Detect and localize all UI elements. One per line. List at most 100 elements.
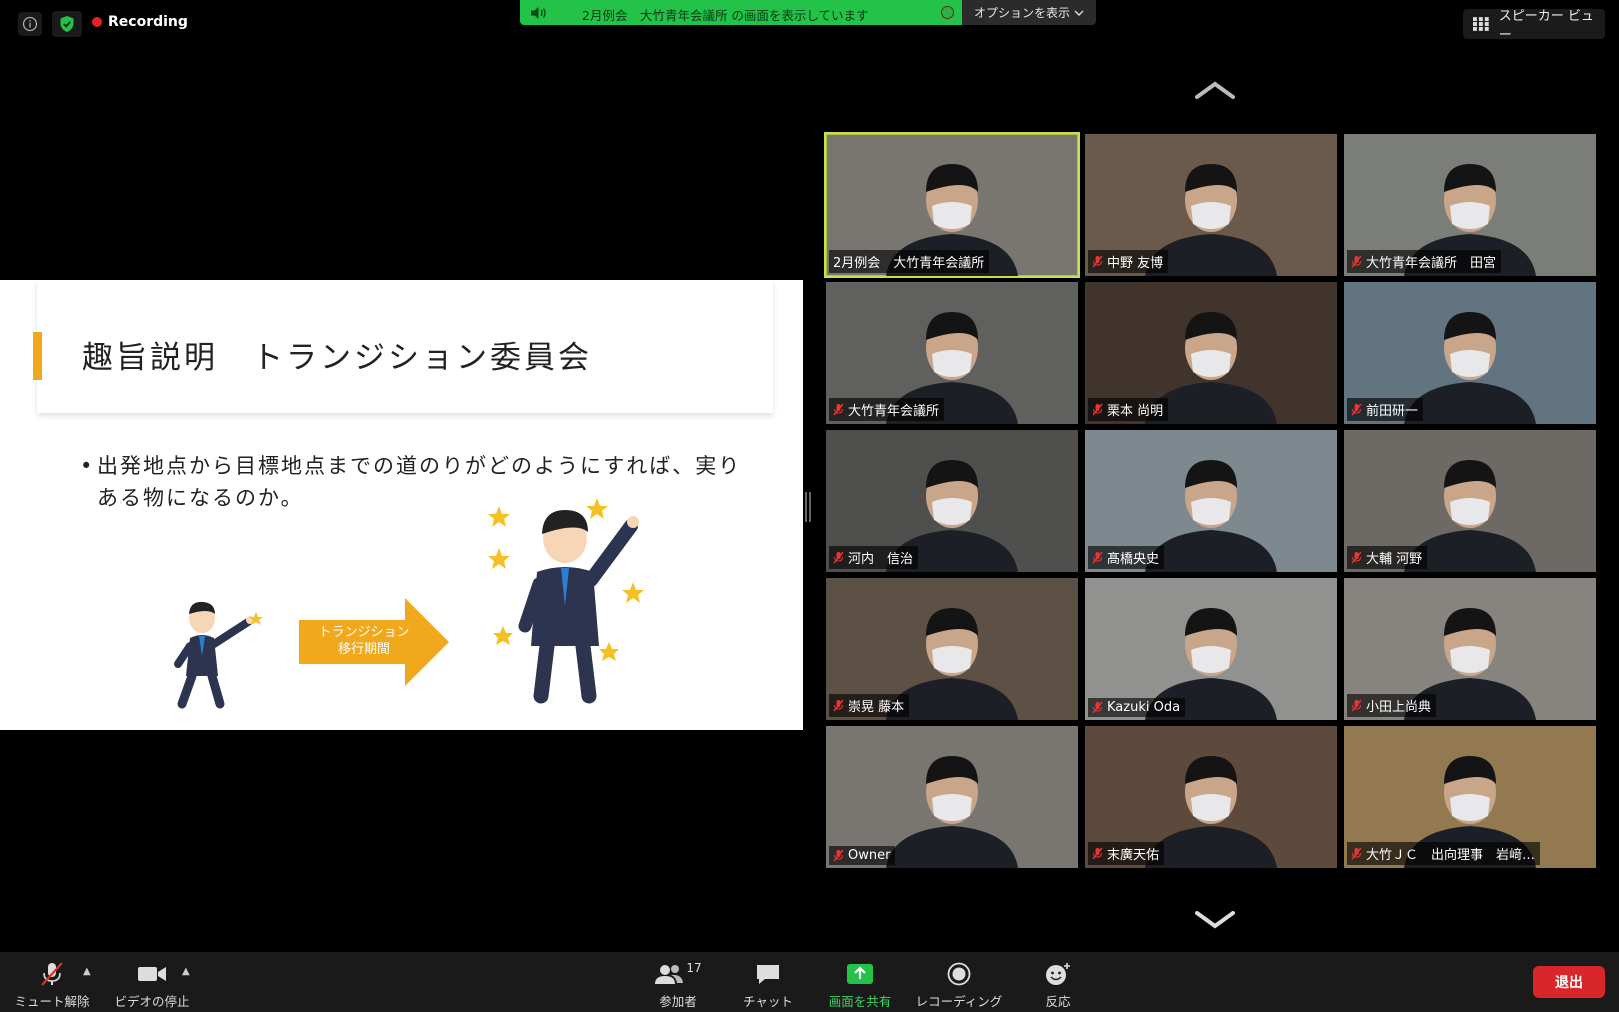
participant-name-label: 大竹青年会議所 — [829, 398, 945, 421]
participant-name-label: 小田上尚典 — [1347, 694, 1437, 717]
mic-muted-icon — [1351, 699, 1362, 712]
recording-indicator[interactable]: Recording — [92, 14, 188, 30]
participant-tile[interactable]: 2月例会 大竹青年会議所 — [824, 132, 1080, 278]
mic-muted-icon — [1092, 847, 1103, 860]
participant-name: 大竹ＪＣ 出向理事 岩﨑… — [1366, 848, 1536, 863]
mic-muted-icon — [40, 960, 64, 988]
participant-tile[interactable]: 中野 友博 — [1085, 134, 1337, 276]
video-options-chevron-up-icon[interactable]: ▲ — [182, 966, 190, 977]
leave-meeting-button[interactable]: 退出 — [1533, 966, 1605, 998]
participants-icon: 17 — [654, 960, 702, 988]
participant-name: 小田上尚典 — [1366, 700, 1432, 715]
participant-name: 前田研一 — [1366, 404, 1419, 419]
participant-name-label: 髙橋央史 — [1088, 546, 1165, 569]
emoji-reaction-icon — [1045, 960, 1071, 988]
participant-name-label: 前田研一 — [1347, 398, 1424, 421]
participant-name: 2月例会 大竹青年会議所 — [833, 256, 985, 271]
participant-name: 中野 友博 — [1107, 256, 1164, 271]
mic-muted-icon — [833, 849, 844, 862]
share-banner-text: 2月例会 大竹青年会議所 の画面を表示しています — [582, 8, 869, 23]
participant-name: 崇晃 藤本 — [848, 700, 905, 715]
chat-label: チャット — [743, 994, 793, 1009]
participant-tile[interactable]: Owner — [826, 726, 1078, 868]
participant-name-label: 大輔 河野 — [1347, 546, 1428, 569]
recording-dot-icon — [92, 17, 102, 27]
participant-tile[interactable]: 大竹青年会議所 — [826, 282, 1078, 424]
participant-tile[interactable]: Kazuki Oda — [1085, 578, 1337, 720]
mic-muted-icon — [1092, 701, 1103, 714]
participant-name-label: Kazuki Oda — [1088, 698, 1186, 717]
mic-muted-icon — [1092, 403, 1103, 416]
participants-button[interactable]: 17 参加者 — [648, 952, 708, 1012]
gallery-page-down-icon[interactable] — [1194, 910, 1236, 930]
participant-name: Kazuki Oda — [1107, 700, 1181, 715]
arrow-label-line1: トランジション — [318, 625, 410, 640]
participant-name: Owner — [848, 848, 891, 863]
mic-muted-icon — [1351, 551, 1362, 564]
share-screen-button[interactable]: 画面を共有 — [822, 952, 898, 1012]
mic-muted-icon — [1351, 255, 1362, 268]
split-drag-handle[interactable] — [805, 492, 811, 522]
speaker-view-label: スピーカー ビュー — [1498, 9, 1594, 43]
participant-tile[interactable]: 大竹青年会議所 田宮 — [1344, 134, 1596, 276]
arrow-label: トランジション 移行期間 — [299, 624, 429, 658]
record-button[interactable]: レコーディング — [912, 952, 1006, 1012]
gallery-page-up-icon[interactable] — [1194, 80, 1236, 100]
video-camera-icon — [137, 960, 167, 988]
stop-video-label: ビデオの停止 — [114, 994, 190, 1009]
participant-tile[interactable]: 河内 信治 — [826, 430, 1078, 572]
participant-tile[interactable]: 栗本 尚明 — [1085, 282, 1337, 424]
screen-share-banner: 2月例会 大竹青年会議所 の画面を表示しています — [520, 0, 962, 25]
share-screen-icon — [846, 960, 874, 988]
participant-tile[interactable]: 小田上尚典 — [1344, 578, 1596, 720]
recording-label: Recording — [108, 14, 188, 30]
mic-muted-icon — [1092, 255, 1103, 268]
unmute-button[interactable]: ミュート解除 — [10, 952, 94, 1012]
record-icon — [947, 960, 971, 988]
slide-bullet: • 出発地点から目標地点までの道のりがどのようにすれば、実りある物になるのか。 — [80, 450, 760, 514]
participant-name-label: 2月例会 大竹青年会議所 — [829, 250, 990, 273]
mic-muted-icon — [1351, 403, 1362, 416]
arrow-label-line2: 移行期間 — [337, 642, 390, 657]
participant-name-label: 河内 信治 — [829, 546, 919, 569]
record-label: レコーディング — [915, 994, 1003, 1009]
chat-bubble-icon — [755, 960, 781, 988]
view-options-label: オプションを表示 — [973, 6, 1070, 20]
participant-name: 栗本 尚明 — [1107, 404, 1164, 419]
transition-arrow: トランジション 移行期間 — [299, 598, 451, 686]
participant-tile[interactable]: 髙橋央史 — [1085, 430, 1337, 572]
participant-tile[interactable]: 末廣天佑 — [1085, 726, 1337, 868]
mic-muted-icon — [833, 551, 844, 564]
participant-name: 大竹青年会議所 — [848, 404, 940, 419]
mic-muted-icon — [1092, 551, 1103, 564]
participant-name-label: 崇晃 藤本 — [829, 694, 910, 717]
participant-tile[interactable]: 崇晃 藤本 — [826, 578, 1078, 720]
mic-muted-icon — [833, 699, 844, 712]
audio-options-chevron-up-icon[interactable]: ▲ — [83, 966, 91, 977]
participant-name: 河内 信治 — [848, 552, 914, 567]
shield-icon[interactable] — [52, 11, 82, 37]
meeting-toolbar: ミュート解除 ▲ ビデオの停止 ▲ 17 参加者 チャット 画面を共有 レコーデ… — [0, 952, 1619, 1012]
slide-title: 趣旨説明 トランジション委員会 — [82, 340, 592, 376]
speaker-icon — [531, 6, 546, 19]
speaker-view-button[interactable]: スピーカー ビュー — [1463, 9, 1605, 43]
participant-tile[interactable]: 前田研一 — [1344, 282, 1596, 424]
reactions-button[interactable]: 反応 — [1036, 952, 1080, 1012]
participant-name-label: 大竹ＪＣ 出向理事 岩﨑… — [1347, 842, 1541, 865]
participant-tile[interactable]: 大輔 河野 — [1344, 430, 1596, 572]
top-bar: Recording 2月例会 大竹青年会議所 の画面を表示しています オプション… — [0, 0, 1619, 46]
participant-name: 末廣天佑 — [1107, 848, 1160, 863]
stop-video-button[interactable]: ビデオの停止 — [110, 952, 194, 1012]
view-options-button[interactable]: オプションを表示 — [962, 0, 1096, 25]
stop-share-icon[interactable] — [941, 6, 954, 19]
participant-name: 髙橋央史 — [1107, 552, 1160, 567]
bullet-dot-icon: • — [80, 454, 95, 478]
reactions-label: 反応 — [1045, 994, 1071, 1009]
chat-button[interactable]: チャット — [738, 952, 798, 1012]
share-screen-label: 画面を共有 — [828, 994, 892, 1009]
info-icon[interactable] — [18, 12, 42, 36]
participant-name-label: 中野 友博 — [1088, 250, 1169, 273]
participant-count: 17 — [686, 961, 702, 975]
participant-name: 大輔 河野 — [1366, 552, 1423, 567]
participant-tile[interactable]: 大竹ＪＣ 出向理事 岩﨑… — [1344, 726, 1596, 868]
